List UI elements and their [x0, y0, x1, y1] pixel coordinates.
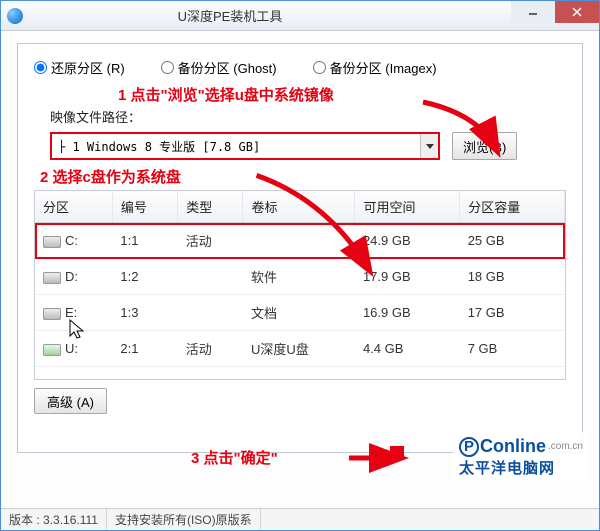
app-window: U深度PE装机工具 还原分区 (R) 备份分区 (Ghost)	[0, 0, 600, 531]
disk-icon	[43, 236, 61, 248]
status-note: 支持安装所有(ISO)原版系	[107, 509, 261, 530]
col-partition[interactable]: 分区	[35, 191, 112, 223]
backup-ghost-radio-text: 备份分区 (Ghost)	[178, 58, 277, 77]
image-path-input[interactable]	[52, 139, 420, 153]
image-path-row: 浏览(B)	[50, 132, 566, 160]
col-label[interactable]: 卷标	[243, 191, 355, 223]
disk-icon	[43, 272, 61, 284]
annotation-1: 1 点击"浏览"选择u盘中系统镜像	[118, 84, 334, 105]
content-area: 还原分区 (R) 备份分区 (Ghost) 备份分区 (Imagex) 1 点击…	[1, 31, 599, 508]
window-title: U深度PE装机工具	[29, 6, 431, 25]
backup-ghost-radio[interactable]	[161, 61, 174, 74]
restore-radio[interactable]	[34, 61, 47, 74]
browse-button[interactable]: 浏览(B)	[452, 132, 517, 160]
table-row[interactable]: D:1:2软件17.9 GB18 GB	[35, 259, 565, 295]
table-row[interactable]: U:2:1活动U深度U盘4.4 GB7 GB	[35, 331, 565, 367]
col-number[interactable]: 编号	[112, 191, 177, 223]
table-row[interactable]: C:1:1活动24.9 GB25 GB	[35, 223, 565, 259]
watermark: PPConlineConline.com.cn 太平洋电脑网	[453, 432, 589, 482]
minimize-button[interactable]	[511, 1, 555, 23]
col-type[interactable]: 类型	[178, 191, 243, 223]
statusbar: 版本 : 3.3.16.111 支持安装所有(ISO)原版系	[1, 508, 599, 530]
status-version: 版本 : 3.3.16.111	[1, 509, 107, 530]
ok-button-held-marker	[390, 446, 404, 460]
close-button[interactable]	[555, 1, 599, 23]
restore-radio-text: 还原分区 (R)	[51, 58, 125, 77]
restore-radio-label[interactable]: 还原分区 (R)	[34, 58, 125, 77]
app-icon	[7, 8, 23, 24]
annotation-2: 2 选择c盘作为系统盘	[40, 166, 181, 187]
annotation-3: 3 点击"确定"	[191, 447, 278, 468]
watermark-cn: 太平洋电脑网	[459, 457, 583, 478]
chevron-down-icon[interactable]	[420, 134, 438, 158]
disk-icon	[43, 308, 61, 320]
window-buttons	[511, 1, 599, 30]
table-header-row: 分区 编号 类型 卷标 可用空间 分区容量	[35, 191, 565, 223]
col-free[interactable]: 可用空间	[355, 191, 460, 223]
watermark-brand: PPConlineConline.com.cn	[459, 436, 583, 457]
partition-table: 分区 编号 类型 卷标 可用空间 分区容量 C:1:1活动24.9 GB25 G…	[34, 190, 566, 380]
col-size[interactable]: 分区容量	[460, 191, 565, 223]
bottom-row: 高级 (A)	[34, 388, 566, 414]
backup-imagex-radio-label[interactable]: 备份分区 (Imagex)	[313, 58, 437, 77]
titlebar: U深度PE装机工具	[1, 1, 599, 31]
backup-imagex-radio[interactable]	[313, 61, 326, 74]
mode-radio-group: 还原分区 (R) 备份分区 (Ghost) 备份分区 (Imagex)	[34, 58, 566, 77]
backup-imagex-radio-text: 备份分区 (Imagex)	[330, 58, 437, 77]
main-panel: 还原分区 (R) 备份分区 (Ghost) 备份分区 (Imagex) 1 点击…	[17, 43, 583, 453]
image-path-label: 映像文件路径：	[50, 107, 566, 126]
backup-ghost-radio-label[interactable]: 备份分区 (Ghost)	[161, 58, 277, 77]
disk-icon	[43, 344, 61, 356]
image-path-combo[interactable]	[50, 132, 440, 160]
advanced-button[interactable]: 高级 (A)	[34, 388, 107, 414]
table-row[interactable]: E:1:3文档16.9 GB17 GB	[35, 295, 565, 331]
